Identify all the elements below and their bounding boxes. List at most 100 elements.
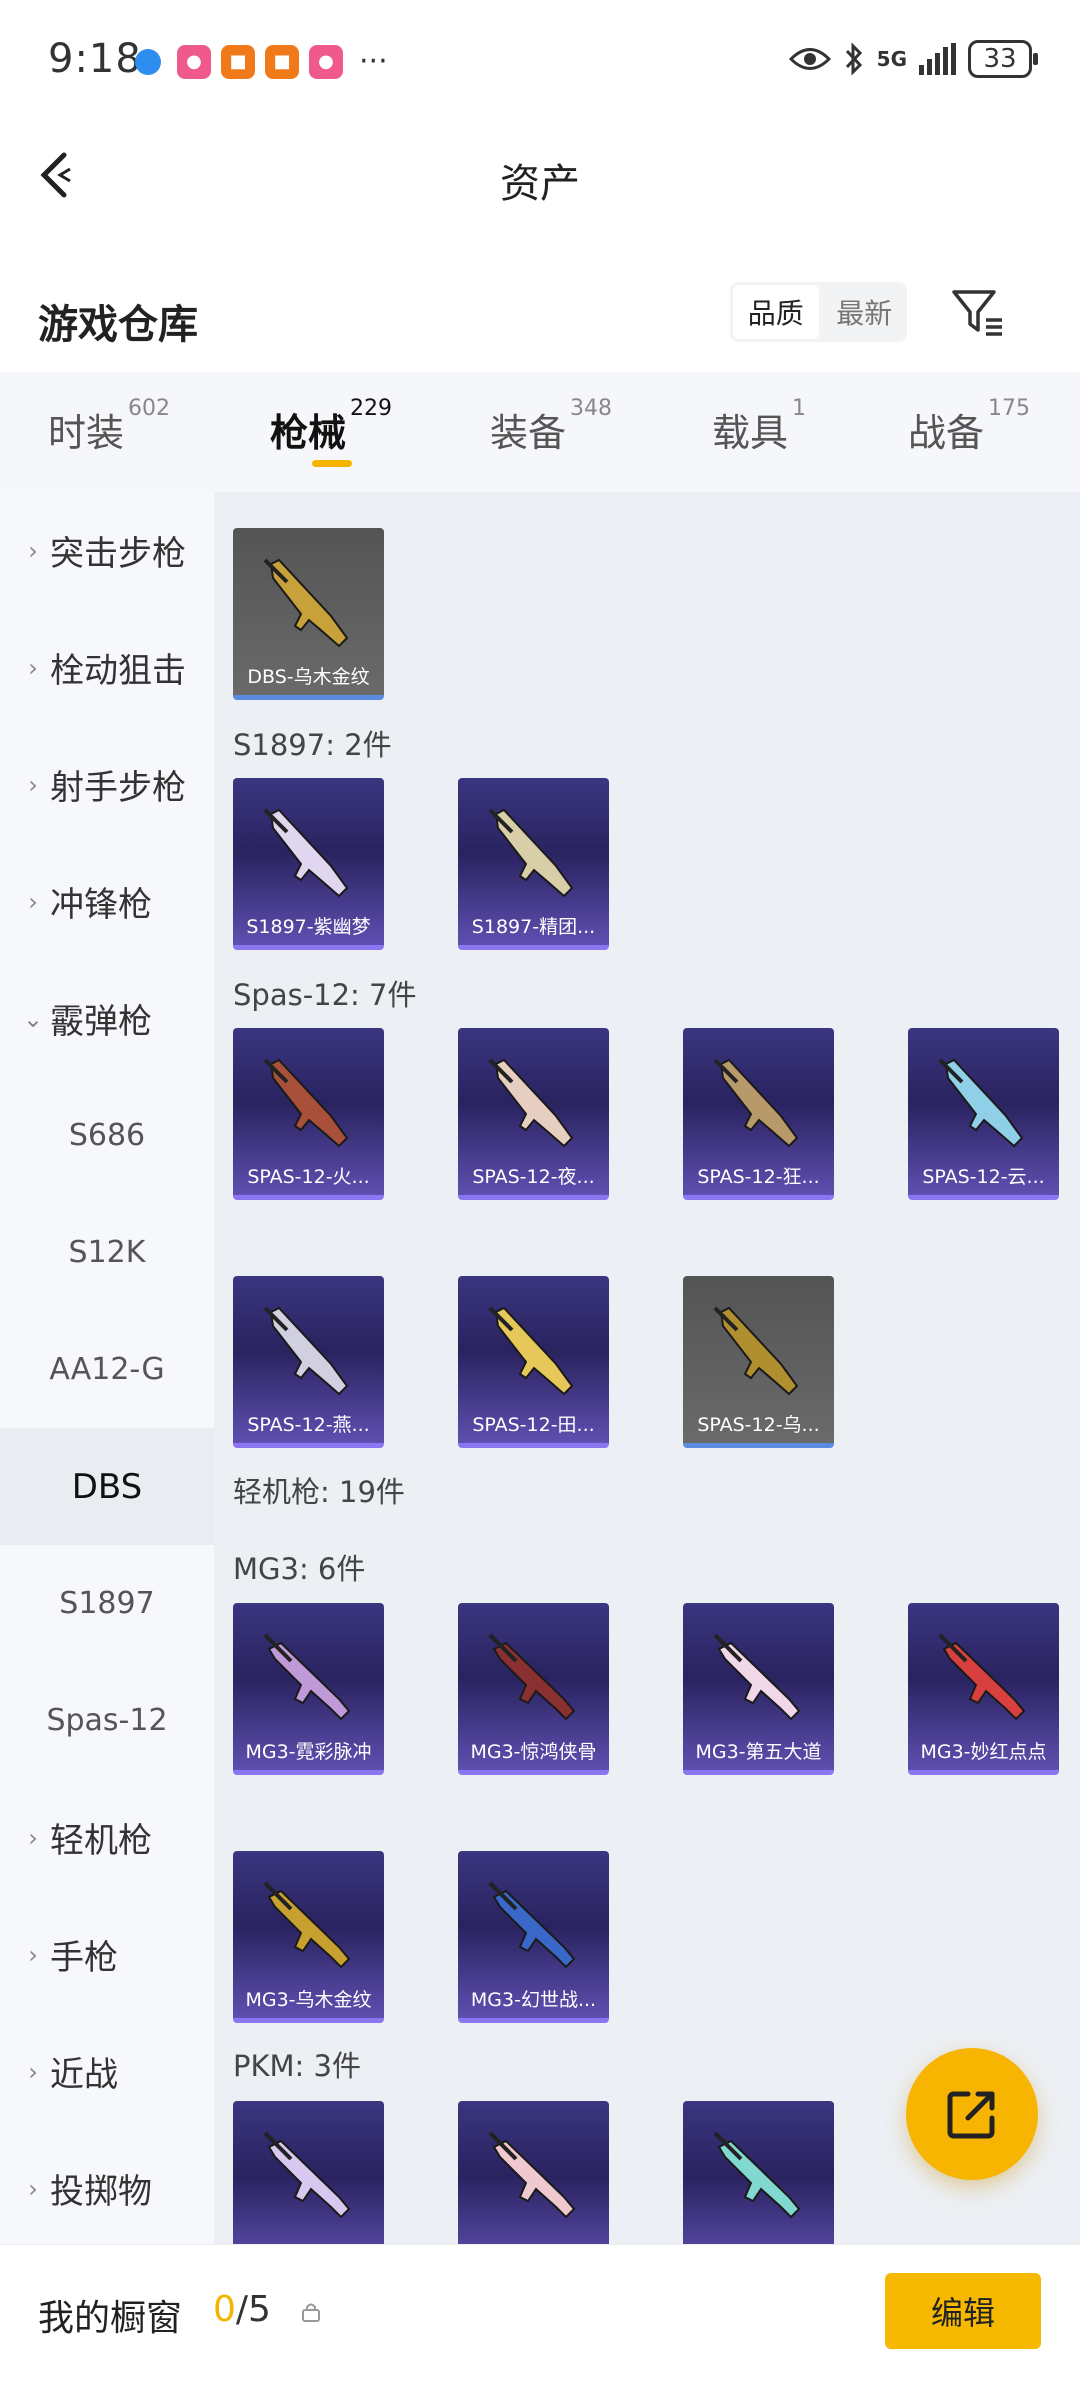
sidebar-sub-s12k[interactable]: S12K bbox=[0, 1194, 214, 1311]
showcase-bar: 我的橱窗 0/5 编辑 bbox=[0, 2244, 1080, 2381]
weapon-image bbox=[713, 1306, 799, 1396]
bluetooth-icon bbox=[845, 42, 862, 76]
sidebar-item-bolt-sniper[interactable]: › 栓动狙击 bbox=[0, 609, 214, 726]
active-tab-indicator bbox=[312, 460, 352, 467]
chevron-right-icon: › bbox=[28, 1823, 38, 1852]
weapon-image bbox=[938, 1633, 1026, 1721]
tab-guns[interactable]: 枪械229 bbox=[270, 396, 392, 457]
sidebar-item-marksman-rifle[interactable]: › 射手步枪 bbox=[0, 726, 214, 843]
weapon-card[interactable]: S1897-精团... bbox=[458, 778, 609, 950]
weapon-card[interactable]: SPAS-12-火... bbox=[233, 1028, 384, 1200]
weapon-card[interactable]: SPAS-12-燕... bbox=[233, 1276, 384, 1448]
weapon-image bbox=[488, 1306, 574, 1396]
weapon-image bbox=[263, 558, 349, 648]
weapon-image bbox=[263, 1058, 349, 1148]
sidebar-sub-s686[interactable]: S686 bbox=[0, 1077, 214, 1194]
weapon-card[interactable] bbox=[683, 2101, 834, 2244]
showcase-title: 我的橱窗 bbox=[38, 2298, 183, 2339]
tab-fashion[interactable]: 时装602 bbox=[48, 396, 170, 457]
app-icon-1: ● bbox=[177, 44, 211, 79]
app-icon-2: ■ bbox=[221, 44, 255, 79]
weapon-card-label: MG3-惊鸿侠骨 bbox=[470, 1741, 597, 1763]
weapon-card[interactable]: SPAS-12-云... bbox=[908, 1028, 1059, 1200]
chevron-right-icon: › bbox=[28, 770, 38, 799]
group-label-s1897: S1897: 2件 bbox=[233, 728, 392, 762]
app-icon-3: ■ bbox=[265, 44, 299, 79]
tab-vehicles[interactable]: 载具1 bbox=[712, 396, 806, 457]
page-title: 资产 bbox=[500, 161, 580, 207]
sidebar-sub-aa12g[interactable]: AA12-G bbox=[0, 1311, 214, 1428]
weapon-card[interactable] bbox=[458, 2101, 609, 2244]
sidebar-item-assault-rifle[interactable]: › 突击步枪 bbox=[0, 492, 214, 609]
weapon-image bbox=[938, 1058, 1024, 1148]
weapon-card[interactable]: SPAS-12-田... bbox=[458, 1276, 609, 1448]
share-fab-button[interactable] bbox=[906, 2048, 1038, 2180]
status-time: 9:18 bbox=[48, 36, 142, 82]
group-label-pkm: PKM: 3件 bbox=[233, 2049, 361, 2083]
weapon-card[interactable]: MG3-乌木金纹 bbox=[233, 1851, 384, 2023]
weapon-image bbox=[488, 1058, 574, 1148]
network-type: 5G bbox=[876, 47, 907, 71]
weapon-card-label: MG3-幻世战... bbox=[470, 1989, 597, 2011]
weapon-image bbox=[263, 1881, 351, 1969]
chevron-right-icon: › bbox=[28, 1940, 38, 1969]
chevron-right-icon: › bbox=[28, 653, 38, 682]
weapon-card[interactable]: SPAS-12-夜... bbox=[458, 1028, 609, 1200]
weapon-card[interactable]: MG3-惊鸿侠骨 bbox=[458, 1603, 609, 1775]
chevron-down-icon: ⌄ bbox=[22, 1004, 44, 1033]
weapon-image bbox=[488, 808, 574, 898]
weapon-card[interactable]: MG3-霓彩脉冲 bbox=[233, 1603, 384, 1775]
sidebar-sub-s1897[interactable]: S1897 bbox=[0, 1545, 214, 1662]
weapon-card[interactable]: MG3-幻世战... bbox=[458, 1851, 609, 2023]
edit-button[interactable]: 编辑 bbox=[885, 2273, 1041, 2349]
sidebar-sub-spas12[interactable]: Spas-12 bbox=[0, 1662, 214, 1779]
weapon-card-label: MG3-霓彩脉冲 bbox=[245, 1741, 372, 1763]
status-right: 5G 33 bbox=[788, 40, 1038, 78]
weapon-image bbox=[263, 1306, 349, 1396]
group-label-lmg: 轻机枪: 19件 bbox=[233, 1475, 405, 1509]
app-icon-4: ● bbox=[309, 44, 343, 79]
signal-icon bbox=[919, 43, 956, 75]
weapon-image bbox=[488, 1633, 576, 1721]
sort-quality-button[interactable]: 品质 bbox=[733, 285, 819, 339]
weapon-card[interactable] bbox=[233, 2101, 384, 2244]
weapon-card[interactable]: DBS-乌木金纹 bbox=[233, 528, 384, 700]
weapon-image bbox=[263, 1633, 351, 1721]
weapon-card-label: SPAS-12-燕... bbox=[247, 1414, 370, 1436]
sidebar-sub-dbs[interactable]: DBS bbox=[0, 1428, 214, 1545]
weapon-card-label: SPAS-12-夜... bbox=[472, 1166, 595, 1188]
app-header: 资产 bbox=[0, 125, 1080, 225]
weapon-grid: S1897: 2件 Spas-12: 7件 轻机枪: 19件 MG3: 6件 P… bbox=[214, 492, 1080, 2244]
group-label-spas12: Spas-12: 7件 bbox=[233, 978, 417, 1012]
weapon-card-label: S1897-精团... bbox=[471, 916, 596, 938]
tab-equipment[interactable]: 装备348 bbox=[490, 396, 612, 457]
warehouse-title: 游戏仓库 bbox=[38, 302, 198, 348]
chevron-right-icon: › bbox=[28, 2057, 38, 2086]
sidebar-item-shotgun[interactable]: ⌄ 霰弹枪 bbox=[0, 960, 214, 1077]
weapon-card[interactable]: MG3-妙红点点 bbox=[908, 1603, 1059, 1775]
weapon-card[interactable]: MG3-第五大道 bbox=[683, 1603, 834, 1775]
sort-newest-button[interactable]: 最新 bbox=[822, 282, 908, 342]
filter-icon[interactable] bbox=[948, 282, 1008, 342]
sort-toggle: 品质 最新 bbox=[730, 282, 907, 342]
sidebar-item-melee[interactable]: › 近战 bbox=[0, 2013, 214, 2130]
weapon-card[interactable]: S1897-紫幽梦 bbox=[233, 778, 384, 950]
eye-icon bbox=[788, 48, 831, 70]
sidebar-item-pistol[interactable]: › 手枪 bbox=[0, 1896, 214, 2013]
sidebar-item-smg[interactable]: › 冲锋枪 bbox=[0, 843, 214, 960]
weapon-image bbox=[263, 808, 349, 898]
sidebar-item-throwable[interactable]: › 投掷物 bbox=[0, 2130, 214, 2247]
sidebar-item-lmg[interactable]: › 轻机枪 bbox=[0, 1779, 214, 1896]
weapon-card-label: MG3-妙红点点 bbox=[920, 1741, 1047, 1763]
weapon-card[interactable]: SPAS-12-狂... bbox=[683, 1028, 834, 1200]
weapon-card[interactable]: SPAS-12-乌... bbox=[683, 1276, 834, 1448]
weapon-card-label: MG3-乌木金纹 bbox=[245, 1989, 372, 2011]
weapon-image bbox=[713, 1633, 801, 1721]
tab-supplies[interactable]: 战备175 bbox=[908, 396, 1030, 457]
weapon-image bbox=[263, 2131, 351, 2219]
category-tabs: 时装602 枪械229 装备348 载具1 战备175 bbox=[0, 372, 1080, 492]
weapon-image bbox=[713, 1058, 799, 1148]
chevron-right-icon: › bbox=[28, 536, 38, 565]
more-notifications-icon: ··· bbox=[359, 44, 388, 79]
chevron-right-icon: › bbox=[28, 887, 38, 916]
